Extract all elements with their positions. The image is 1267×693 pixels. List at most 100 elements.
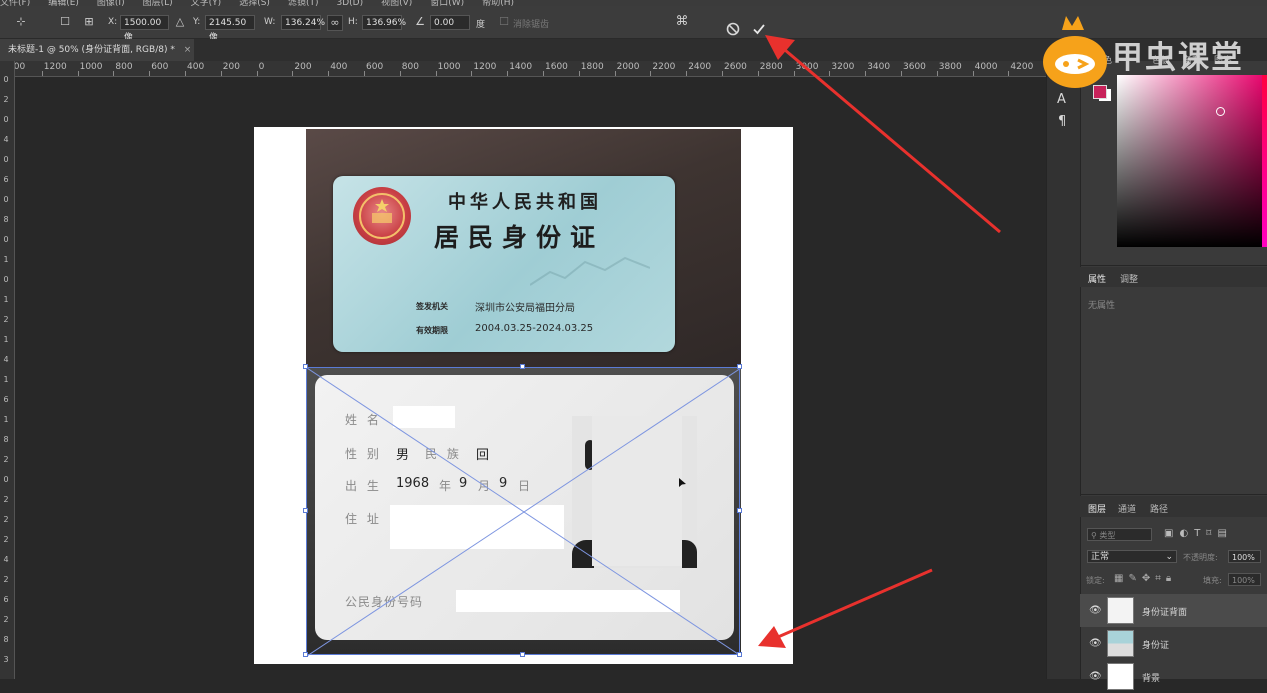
ruler-tick — [1008, 71, 1010, 76]
ruler-label: 0 — [258, 62, 265, 72]
transform-handle-top[interactable] — [520, 364, 525, 369]
vertical-ruler-label: 2 — [3, 455, 9, 464]
ruler-tick — [865, 71, 867, 76]
blend-mode-value: 正常 — [1091, 552, 1110, 562]
tab-channels[interactable]: 通道 — [1118, 502, 1136, 515]
antialias-checkbox[interactable]: ☐ — [497, 15, 511, 29]
vertical-ruler-label: 0 — [3, 275, 9, 284]
vertical-ruler-label: 0 — [3, 475, 9, 484]
layer-row-background[interactable]: 👁︎ 背景 — [1080, 660, 1267, 693]
ruler-label: 600 — [151, 62, 169, 72]
paragraph-icon[interactable]: ¶ — [1058, 114, 1066, 129]
ruler-label: 2600 — [724, 62, 747, 72]
document-tab[interactable]: 未标题-1 @ 50% (身份证背面, RGB/8) * × — [0, 39, 194, 61]
layer-row-id-front[interactable]: 👁︎ 身份证 — [1080, 627, 1267, 660]
properties-tab-bar — [1080, 267, 1267, 287]
x-label: X: — [108, 17, 118, 27]
lock-position-icon[interactable]: ✥ — [1142, 573, 1155, 584]
ruler-label: 3400 — [867, 62, 891, 72]
tab-layers[interactable]: 图层 — [1088, 502, 1106, 515]
blend-mode-select[interactable]: 正常 ⌄ — [1087, 550, 1177, 563]
angle-field[interactable]: 0.00 — [430, 15, 470, 30]
reference-point-checkbox[interactable]: ☐ — [58, 15, 72, 29]
layer-row-id-back[interactable]: 👁︎ 身份证背面 — [1080, 594, 1267, 627]
tab-properties[interactable]: 属性 — [1088, 272, 1106, 285]
panel-divider — [1080, 494, 1267, 495]
ruler-tick — [829, 71, 831, 76]
tab-paths[interactable]: 路径 — [1150, 502, 1168, 515]
smart-object-filter-icon[interactable]: ▤ — [1217, 528, 1232, 539]
vertical-ruler-label: 6 — [3, 595, 9, 604]
tab-close-icon[interactable]: × — [184, 45, 192, 55]
lock-transparent-icon[interactable]: ▦ — [1114, 573, 1128, 584]
delta-icon[interactable]: △ — [173, 15, 187, 29]
transform-handle-top-left[interactable] — [303, 364, 308, 369]
vertical-ruler-label: 2 — [3, 615, 9, 624]
adjustment-filter-icon[interactable]: ◐ — [1179, 528, 1194, 539]
tab-adjustments[interactable]: 调整 — [1120, 272, 1138, 285]
ruler-tick — [185, 71, 186, 76]
ruler-label: 2400 — [688, 62, 712, 72]
cancel-circle-icon[interactable] — [726, 22, 740, 36]
layer-name: 背景 — [1142, 674, 1161, 684]
ruler-label: 3800 — [938, 62, 962, 72]
transform-handle-bottom[interactable] — [520, 652, 525, 657]
vertical-ruler-label: 6 — [3, 175, 9, 184]
visibility-eye-icon[interactable]: 👁︎ — [1089, 638, 1102, 649]
transform-handle-right[interactable] — [737, 508, 742, 513]
width-field[interactable]: 136.24% — [281, 15, 325, 30]
layer-filter-select[interactable]: ⚲ 类型 — [1087, 528, 1152, 541]
ruler-label: 3000 — [795, 62, 819, 72]
shape-filter-icon[interactable]: ⌑ — [1206, 528, 1217, 539]
transform-handle-bottom-left[interactable] — [303, 652, 308, 657]
transform-handle-top-right[interactable] — [737, 364, 742, 369]
link-proportions-icon[interactable]: ∞ — [327, 15, 343, 31]
ruler-tick — [793, 71, 795, 76]
id-front-title-line1: 中华人民共和国 — [448, 192, 602, 213]
type-filter-icon[interactable]: T — [1194, 528, 1206, 539]
transform-handle-left[interactable] — [303, 508, 308, 513]
vertical-ruler-label: 8 — [3, 635, 9, 644]
lock-pixels-icon[interactable]: ✎ — [1128, 573, 1141, 584]
x-field[interactable]: 1500.00 像 — [120, 15, 169, 43]
ruler-tick — [292, 71, 294, 76]
ruler-tick — [471, 71, 473, 76]
vertical-ruler-label: 2 — [3, 95, 9, 104]
fill-field[interactable]: 100% — [1228, 573, 1261, 586]
vertical-ruler-label: 0 — [3, 235, 9, 244]
pixel-filter-icon[interactable]: ▣ — [1164, 528, 1179, 539]
height-field[interactable]: 136.96% — [362, 15, 406, 30]
opacity-field[interactable]: 100% — [1228, 550, 1261, 563]
ruler-tick — [543, 71, 544, 76]
artboard-lock-icon[interactable]: ⌗ — [1155, 573, 1166, 584]
warp-icon[interactable]: ⌘ — [675, 15, 689, 29]
reference-grid-icon[interactable]: ⊞ — [82, 15, 96, 29]
ruler-tick — [328, 71, 330, 76]
transform-reference-icon[interactable]: ⊹ — [14, 15, 28, 29]
watermark-text: 甲虫课堂 — [1112, 40, 1244, 76]
national-emblem-icon — [353, 187, 411, 245]
ruler-tick — [149, 71, 151, 76]
ruler-tick — [578, 71, 580, 76]
visibility-eye-icon[interactable]: 👁︎ — [1089, 605, 1102, 616]
ruler-tick — [41, 71, 43, 76]
vertical-ruler-label: 1 — [3, 335, 9, 344]
type-icon[interactable]: A — [1057, 92, 1066, 107]
document-tab-title: 未标题-1 @ 50% (身份证背面, RGB/8) * — [8, 45, 175, 55]
fill-label: 填充: — [1203, 576, 1222, 585]
ruler-tick — [507, 71, 509, 76]
transform-handle-bottom-right[interactable] — [737, 652, 742, 657]
ruler-label: 1400 — [509, 62, 533, 72]
y-field[interactable]: 2145.50 像 — [205, 15, 255, 43]
color-picker-cursor[interactable] — [1216, 107, 1225, 116]
layer-thumbnail — [1107, 597, 1134, 624]
color-picker-field[interactable] — [1117, 75, 1267, 247]
visibility-eye-icon[interactable]: 👁︎ — [1089, 671, 1102, 682]
hue-slider[interactable] — [1262, 75, 1267, 247]
angle-icon: ∠ — [415, 15, 425, 28]
layers-tab-bar — [1080, 496, 1267, 517]
search-icon: ⚲ — [1091, 531, 1097, 540]
transform-bounding-box[interactable] — [306, 367, 741, 656]
lock-all-icon[interactable]: 🔒︎ — [1166, 573, 1176, 584]
checkmark-icon[interactable] — [752, 22, 766, 36]
